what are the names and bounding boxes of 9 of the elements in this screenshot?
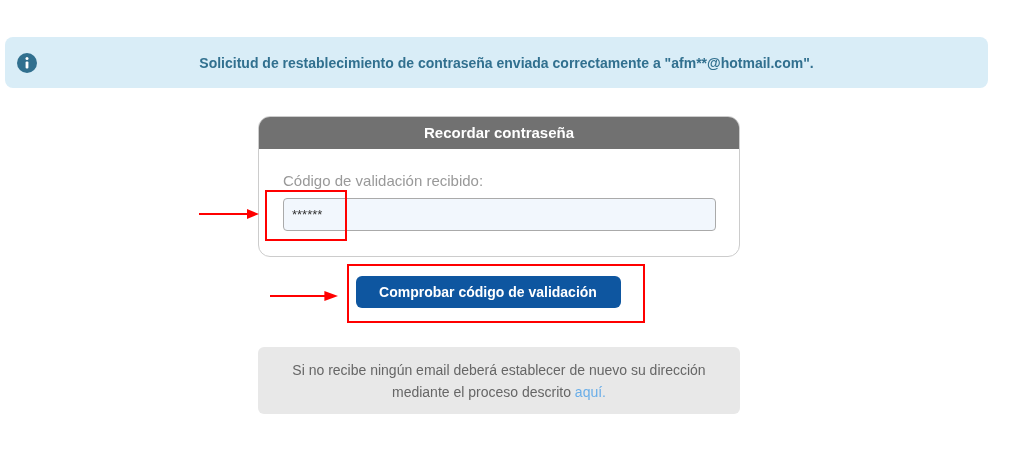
- check-code-button[interactable]: Comprobar código de validación: [355, 276, 621, 308]
- note-text: Si no recibe ningún email deberá establecer de nuevo su dirección mediante el proceso descrito aquí.: [291, 360, 707, 402]
- input-field[interactable]: ******: [283, 198, 716, 231]
- arrow-icon: [199, 209, 259, 219]
- alert-message: Solicitud de restablecimiento de contraseña enviada correctamente a "afm**@hotmail.com".: [199, 54, 814, 71]
- field-label: Código de validación recibido:: [283, 171, 485, 191]
- card-title: Recordar contraseña: [423, 122, 575, 143]
- arrow-icon: [270, 291, 338, 301]
- info-icon: [17, 52, 37, 73]
